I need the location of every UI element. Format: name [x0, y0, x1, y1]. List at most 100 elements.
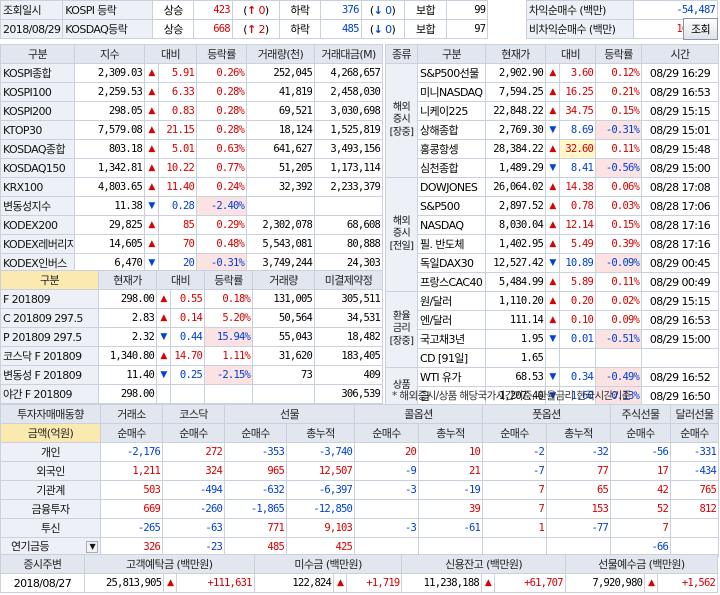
investor-value: 765	[670, 480, 720, 500]
investor-value: -32	[546, 442, 612, 462]
index-row[interactable]: 변동성지수 11.38 ▼ 0.28 -2.40%	[0, 196, 384, 216]
up-triangle-icon: ▲	[545, 82, 560, 102]
group-header: 풋옵션	[482, 404, 612, 424]
futures-row[interactable]: C 201809 297.5 2.83 ▲ 0.14 5.20% 50,564 34,531	[0, 308, 384, 328]
index-row[interactable]: KOSDAQ종합 803.18 ▲ 5.01 0.63% 641,627 3,493,156	[0, 139, 384, 159]
index-volume	[246, 196, 316, 216]
kospi-unchanged-count: 99	[446, 0, 489, 20]
unpaid-amount: 122,824	[253, 573, 335, 593]
futures-row[interactable]: F 201809 298.00 ▲ 0.55 0.18% 131,005 305,511	[0, 289, 384, 309]
customer-deposit: 25,813,905	[83, 573, 165, 593]
investor-row[interactable]: 기관계 503 -494 -632 -6,397 -3 -19 7 65 42 765	[0, 480, 720, 500]
investor-row[interactable]: 외국인 1,211 324 965 12,507 -9 21 -7 77 17 -434	[0, 461, 720, 481]
up-triangle-icon: ▲	[545, 101, 560, 121]
world-market-change: 0.34	[558, 367, 597, 387]
world-market-row[interactable]: 독일DAX30 12,527.42 ▼ 10.89 -0.09% 08/29 00:45	[386, 253, 720, 273]
index-row[interactable]: KOSPI200 298.05 ▲ 0.83 0.28% 69,521 3,030,698	[0, 101, 384, 121]
futures-row[interactable]: P 201809 297.5 2.32 ▼ 0.44 15.94% 55,043 18,48…	[0, 327, 384, 347]
world-market-row[interactable]: 해외 증시 [장중] S&P500선물 2,902.90 ▲ 3.60 0.12% 08/2…	[385, 63, 720, 178]
index-row[interactable]: KTOP30 7,579.08 ▲ 21.15 0.28% 18,124 1,525,819	[0, 120, 384, 140]
futures-row[interactable]: 야간 F 201809 298.00 306,539	[0, 384, 384, 404]
world-market-row[interactable]: 상품 WTI 유가 68.53 ▼ 0.34 -0.49% 08/29 16:52	[385, 367, 720, 406]
col-header: 선물예수금 (백만원)	[564, 554, 719, 574]
world-market-name: 심천종합	[417, 158, 486, 178]
group-header: 콜옵션	[354, 404, 484, 424]
world-market-row[interactable]: 국고채3년 1.95 ▼ 0.01 -0.51% 08/29 15:00	[386, 329, 720, 349]
world-market-name: 필. 반도체	[417, 234, 486, 254]
futures-change-rate: -2.15%	[204, 365, 254, 385]
investor-name: 기관계	[0, 480, 101, 500]
investor-row[interactable]: 투신 -265 -63 771 9,103 -3 -61 1 -77 7	[0, 518, 720, 538]
index-value: 7,579.08	[74, 120, 145, 140]
query-button[interactable]: 조회	[683, 18, 718, 40]
investor-name-label: 연기금등	[11, 540, 50, 553]
up-triangle-icon: ▲	[545, 310, 560, 330]
world-market-change: 0.20	[558, 291, 597, 311]
futures-row[interactable]: 변동성 F 201809 11.40 ▼ 0.25 -2.15% 73 409	[0, 365, 384, 385]
unchanged-label: 보합	[403, 0, 448, 20]
investor-row[interactable]: 개인 -2,176 272 -353 -3,740 20 10 -2 -32 -56 -331	[0, 442, 720, 462]
investor-name: 외국인	[0, 461, 101, 481]
futures-change: 0.25	[169, 365, 206, 385]
index-change: 0.28	[157, 196, 198, 216]
sub-header: 순매수	[162, 423, 225, 443]
investor-row[interactable]: 금융투자 669 -260 -1,865 -12,850 39 7 153 52 812	[0, 499, 720, 519]
world-market-row[interactable]: 미니NASDAQ 7,594.25 ▲ 16.25 0.21% 08/29 16:53	[386, 82, 720, 102]
investor-value: -632	[224, 480, 287, 500]
index-row[interactable]: KODEX200 29,825 ▲ 85 0.29% 2,302,078 68,608	[0, 215, 384, 235]
query-date: 2018/08/29	[0, 19, 64, 39]
investor-value: -7	[482, 461, 548, 481]
index-row[interactable]: KRX100 4,803.65 ▲ 11.40 0.24% 32,392 2,233,379	[0, 177, 384, 197]
world-market-change: 8.41	[558, 158, 597, 178]
futures-price: 298.00	[98, 289, 157, 309]
world-market-row[interactable]: 심천종합 1,489.29 ▼ 8.41 -0.56% 08/29 15:00	[386, 158, 720, 178]
sub-header: 순매수	[610, 423, 672, 443]
world-market-row[interactable]: 홍콩항셍 28,384.22 ▲ 32.60 0.11% 08/29 15:48	[386, 139, 720, 159]
world-market-row[interactable]: 해외 증시 [전일] DOWJONES 26,064.02 ▲ 14.38 0.06% 08…	[385, 177, 720, 292]
world-market-row[interactable]: 상해종합 2,769.30 ▼ 8.69 -0.31% 08/29 15:01	[386, 120, 720, 140]
index-volume: 69,521	[246, 101, 316, 121]
up-triangle-icon: ▲	[545, 272, 560, 292]
world-market-row[interactable]: CD [91일] 1.65	[386, 348, 720, 368]
decline-label: 하락	[279, 0, 321, 20]
world-market-row[interactable]: 프랑스CAC40 5,484.99 ▲ 5.89 0.11% 08/29 00:49	[386, 272, 720, 292]
sub-header: 순매수	[100, 423, 163, 443]
world-market-row[interactable]: 엔/달러 111.14 ▲ 0.10 0.09% 08/29 16:53	[386, 310, 720, 330]
arbitrage-label: 차익순매수 (백만)	[525, 0, 635, 20]
up-triangle-icon: ▲	[163, 573, 178, 593]
futures-open-interest: 305,511	[314, 289, 384, 309]
down-triangle-icon	[156, 384, 171, 404]
world-market-row[interactable]: 니케이225 22,848.22 ▲ 34.75 0.15% 08/29 15:15	[386, 101, 720, 121]
world-market-time: 08/29 00:45	[641, 253, 720, 273]
index-row[interactable]: KODEX레버리지 14,605 ▲ 70 0.48% 5,543,081 80,888	[0, 234, 384, 254]
investor-value: 52	[610, 499, 672, 519]
futures-change	[169, 384, 206, 404]
investor-value: 77	[546, 461, 612, 481]
down-triangle-icon: ▼	[545, 253, 560, 273]
investor-value	[670, 518, 720, 538]
futures-change: 0.55	[169, 289, 206, 309]
futures-open-interest: 183,405	[314, 346, 384, 366]
world-market-change-rate: 0.03%	[595, 196, 643, 216]
index-row[interactable]: KOSPI100 2,259.53 ▲ 6.33 0.28% 41,819 2,458,03…	[0, 82, 384, 102]
world-market-row[interactable]: S&P500 2,897.52 ▲ 0.78 0.03% 08/28 17:06	[386, 196, 720, 216]
world-market-row[interactable]: 필. 반도체 1,402.95 ▲ 5.49 0.39% 08/28 17:16	[386, 234, 720, 254]
index-row[interactable]: KOSDAQ150 1,342.81 ▲ 10.22 0.77% 51,205 1,173,…	[0, 158, 384, 178]
group-header: 코스닥	[162, 404, 225, 424]
world-market-row[interactable]: NASDAQ 8,030.04 ▲ 12.14 0.15% 08/28 17:16	[386, 215, 720, 235]
col-header: 등락률	[204, 270, 254, 290]
dropdown-arrow-icon[interactable]: ▼	[86, 541, 98, 553]
index-change: 85	[157, 215, 198, 235]
futures-table: 구분 현재가 대비 등락률 거래량 미결제약정 F 201809 298.00 ▲ 0…	[0, 270, 384, 404]
index-value: 14,605	[74, 234, 145, 254]
futures-change-rate	[204, 384, 254, 404]
down-triangle-icon: ▼	[545, 158, 560, 178]
futures-row[interactable]: 코스닥 F 201809 1,340.80 ▲ 14.70 1.11% 31,620 183…	[0, 346, 384, 366]
world-market-change: 12.14	[558, 215, 597, 235]
kospi-breadth-label: KOSPI 등락	[62, 0, 154, 20]
investor-value: 17	[610, 461, 672, 481]
world-market-price: 26,064.02	[485, 177, 546, 197]
world-market-row[interactable]: 환율 금리 [장중] 원/달러 1,110.20 ▲ 0.20 0.02% 08/29 15…	[385, 291, 720, 368]
index-row[interactable]: KOSPI종합 2,309.03 ▲ 5.91 0.26% 252,045 4,268,65…	[0, 63, 384, 83]
world-market-change: 34.75	[558, 101, 597, 121]
